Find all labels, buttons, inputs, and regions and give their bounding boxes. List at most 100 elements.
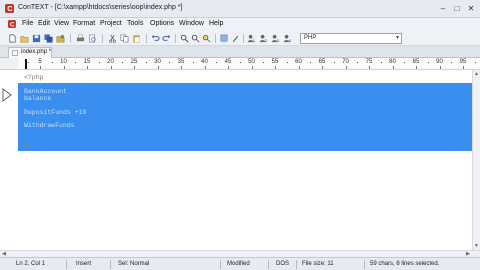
code-line: DepositFunds +10 xyxy=(24,108,87,116)
status-divider xyxy=(296,260,297,269)
ruler-dot xyxy=(239,62,241,63)
toolbar-separator xyxy=(146,34,147,43)
status-position: Ln 2, Col 1 xyxy=(16,261,46,267)
menu-project[interactable]: Project xyxy=(100,20,122,27)
toolbar-separator xyxy=(175,34,176,43)
toolbar-separator xyxy=(243,34,244,43)
ruler-label: 20 xyxy=(107,59,114,65)
menu-format[interactable]: Format xyxy=(73,20,95,27)
scroll-up-arrow-icon[interactable]: ▲ xyxy=(474,71,479,77)
exec-icon[interactable] xyxy=(220,34,229,43)
ruler-dot xyxy=(357,62,359,63)
user-exec-2-icon[interactable]: 2 xyxy=(259,34,268,43)
save-icon[interactable] xyxy=(32,34,41,43)
ruler-label: 80 xyxy=(389,59,396,65)
save-all-icon[interactable] xyxy=(44,34,53,43)
menu-options[interactable]: Options xyxy=(150,20,174,27)
open-project-icon[interactable] xyxy=(56,34,65,43)
status-modified: Modified xyxy=(227,261,250,267)
ruler-label: 5 xyxy=(38,59,42,65)
code-line: <?php xyxy=(24,74,44,81)
ruler-dot xyxy=(28,62,30,63)
menu-file[interactable]: File xyxy=(22,20,33,27)
ruler-label: 45 xyxy=(224,59,232,65)
line-bookmark-icon xyxy=(2,88,12,102)
ruler-tick xyxy=(275,66,276,69)
minimize-button[interactable]: – xyxy=(437,3,449,14)
highlighter-select[interactable]: PHP ▾ xyxy=(300,33,402,44)
find-next-icon[interactable] xyxy=(202,34,211,43)
document-menu-icon[interactable]: C xyxy=(8,20,16,28)
scroll-down-arrow-icon[interactable]: ▼ xyxy=(474,243,479,249)
svg-text:1: 1 xyxy=(253,39,255,43)
code-line: balance xyxy=(24,94,52,102)
ruler-dot xyxy=(51,62,53,63)
tab-index-php[interactable]: index.php * xyxy=(8,47,52,58)
ruler-label: 65 xyxy=(318,59,326,65)
ruler-label: 85 xyxy=(412,59,420,65)
editor-area[interactable]: <?php BankAccount balance DepositFunds +10 W… xyxy=(0,70,472,250)
ruler-dot xyxy=(98,62,100,63)
ruler-dot xyxy=(474,62,476,63)
user-exec-icon[interactable] xyxy=(231,34,240,43)
ruler-tick xyxy=(157,66,159,69)
menu-window[interactable]: Window xyxy=(179,20,204,27)
status-divider xyxy=(110,260,111,269)
ruler-tick xyxy=(345,66,347,69)
redo-icon[interactable] xyxy=(162,34,171,43)
horizontal-scrollbar[interactable]: ◀ ▶ xyxy=(0,250,480,257)
toolbar: 1 2 3 4 PHP ▾ xyxy=(0,31,480,46)
menu-help[interactable]: Help xyxy=(209,20,223,27)
user-exec-1-icon[interactable]: 1 xyxy=(247,34,256,43)
new-file-icon[interactable] xyxy=(8,34,17,43)
chevron-down-icon: ▾ xyxy=(395,35,399,41)
menu-bar: C File Edit View Format Project Tools Op… xyxy=(0,18,480,31)
replace-icon[interactable] xyxy=(191,34,200,43)
cut-icon[interactable] xyxy=(108,34,117,43)
close-button[interactable]: ✕ xyxy=(465,3,477,14)
maximize-button[interactable]: □ xyxy=(451,3,463,14)
paste-icon[interactable] xyxy=(132,34,141,43)
ruler-dot xyxy=(380,62,382,63)
ruler-tick xyxy=(463,66,464,69)
ruler-tick xyxy=(63,66,65,69)
ruler-label: 70 xyxy=(342,59,349,65)
menu-view[interactable]: View xyxy=(54,20,69,27)
ruler-tick xyxy=(416,66,417,69)
status-divider xyxy=(220,260,221,269)
menu-tools[interactable]: Tools xyxy=(127,20,143,27)
status-divider xyxy=(364,260,365,269)
copy-icon[interactable] xyxy=(120,34,129,43)
toolbar-separator xyxy=(102,34,103,43)
print-preview-icon[interactable] xyxy=(88,34,97,43)
find-icon[interactable] xyxy=(180,34,189,43)
ruler-label: 40 xyxy=(201,59,208,65)
user-exec-3-icon[interactable]: 3 xyxy=(271,34,280,43)
ruler-gutter xyxy=(0,58,18,70)
menu-edit[interactable]: Edit xyxy=(38,20,50,27)
ruler-dot xyxy=(310,62,312,63)
svg-text:C: C xyxy=(7,4,12,13)
svg-text:C: C xyxy=(10,21,15,28)
svg-text:2: 2 xyxy=(265,39,267,43)
ruler-dot xyxy=(145,62,147,63)
ruler-tick xyxy=(134,66,135,69)
user-exec-4-icon[interactable]: 4 xyxy=(283,34,292,43)
ruler-label: 60 xyxy=(295,59,302,65)
ruler-tick xyxy=(369,66,370,69)
ruler-dot xyxy=(333,62,335,63)
ruler-tick xyxy=(392,66,394,69)
print-icon[interactable] xyxy=(76,34,85,43)
open-folder-icon[interactable] xyxy=(20,34,29,43)
ruler-tick xyxy=(40,66,41,69)
ruler-tick xyxy=(110,66,112,69)
undo-icon[interactable] xyxy=(151,34,160,43)
status-file-size: File size: 11 xyxy=(302,261,334,267)
vertical-scrollbar[interactable]: ▲ ▼ xyxy=(472,70,480,250)
code-line: ?> xyxy=(24,143,32,150)
context-app-icon[interactable]: C xyxy=(5,4,14,13)
ruler-dot xyxy=(192,62,194,63)
ruler-tick xyxy=(322,66,323,69)
title-bar: C ConTEXT - [C:\xampp\htdocs\series\oop\… xyxy=(0,0,480,18)
ruler-dot xyxy=(286,62,288,63)
